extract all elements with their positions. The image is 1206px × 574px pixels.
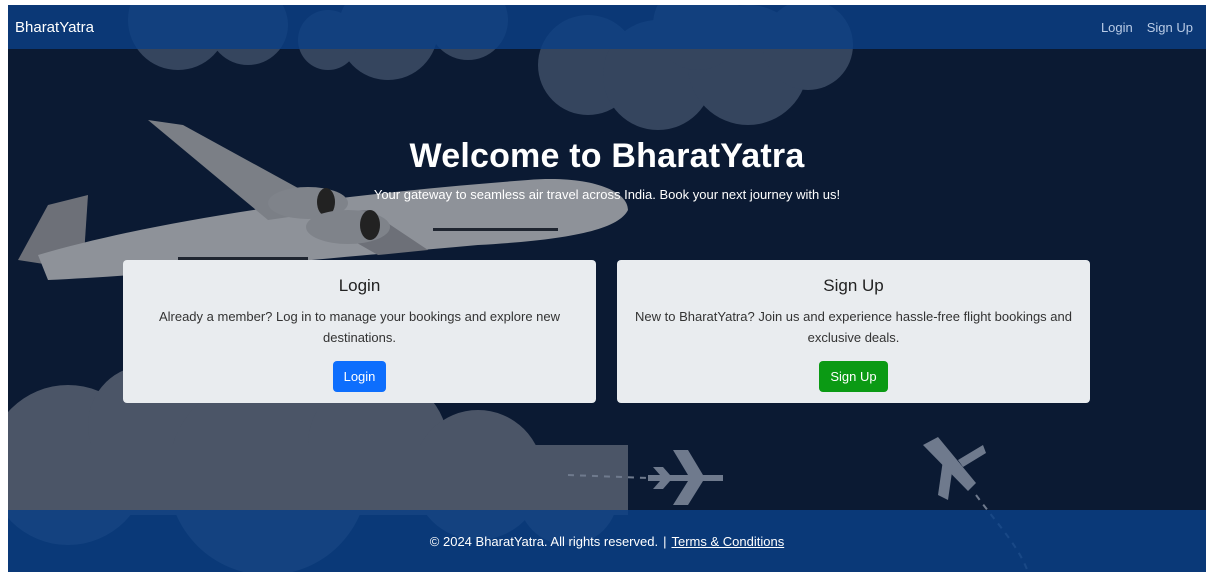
nav-signup-link[interactable]: Sign Up (1147, 20, 1193, 35)
page-footer: © 2024 BharatYatra. All rights reserved.… (8, 510, 1206, 572)
hero-title: Welcome to BharatYatra (409, 137, 805, 175)
login-button[interactable]: Login (332, 361, 387, 392)
signup-button[interactable]: Sign Up (819, 361, 888, 392)
login-card-title: Login (338, 276, 381, 295)
top-navbar: BharatYatra Login Sign Up (8, 5, 1206, 49)
login-card: Login Already a member? Log in to manage… (123, 260, 596, 403)
nav-login-link[interactable]: Login (1101, 20, 1133, 35)
nav-links: Login Sign Up (1101, 20, 1193, 35)
signup-card-title: Sign Up (823, 276, 884, 295)
page-frame: BharatYatra Login Sign Up Welcome to Bha… (8, 5, 1206, 572)
signup-card-text: New to BharatYatra? Join us and experien… (635, 309, 1072, 345)
hero-subtitle: Your gateway to seamless air travel acro… (373, 187, 841, 202)
terms-conditions-link[interactable]: Terms & Conditions (671, 534, 784, 549)
signup-card: Sign Up New to BharatYatra? Join us and … (617, 260, 1090, 403)
brand-logo-link[interactable]: BharatYatra (15, 19, 94, 36)
footer-copyright: © 2024 BharatYatra. All rights reserved. (429, 533, 659, 549)
footer-separator: | (663, 533, 667, 549)
login-card-text: Already a member? Log in to manage your … (158, 309, 561, 345)
hero-section: Welcome to BharatYatra Your gateway to s… (8, 137, 1206, 202)
